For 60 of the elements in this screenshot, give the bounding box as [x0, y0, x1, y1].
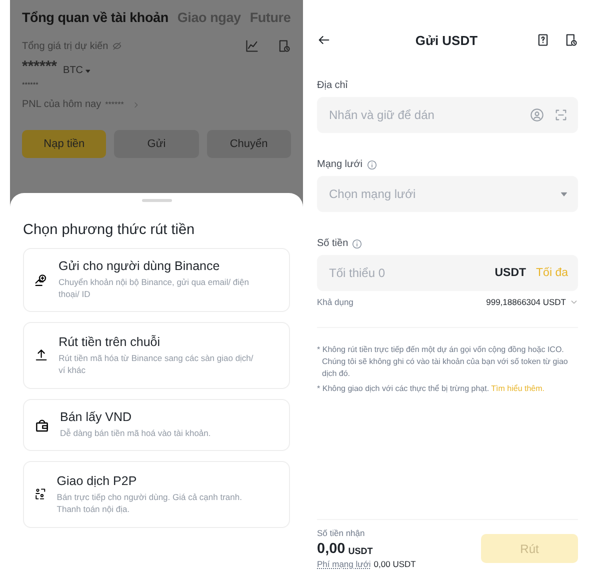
action-button[interactable]: Chuyển: [206, 130, 291, 158]
field-label: Mạng lưới: [317, 159, 362, 170]
currency-selector[interactable]: BTC: [63, 65, 84, 76]
users-icon: [34, 486, 47, 502]
person-send-icon: [34, 272, 49, 288]
caret-icon: [85, 68, 92, 74]
address-field[interactable]: Nhấn và giữ để dán: [317, 97, 578, 133]
method-card[interactable]: Gửi cho người dùng Binance Chuyển khoản nội bộ Binance, gửi qua email/ điện thoại/ ID: [23, 248, 290, 312]
field-label: Địa chỉ: [317, 80, 348, 91]
pnl-value: ******: [105, 100, 124, 109]
available-label: Khả dụng: [317, 297, 354, 307]
eye-off-icon[interactable]: [112, 41, 122, 51]
sheet-handle[interactable]: [142, 199, 172, 202]
fee-value: 0,00 USDT: [374, 559, 416, 569]
field-label: Số tiền: [317, 238, 348, 249]
screen-title: Gửi USDT: [414, 32, 479, 48]
pnl-label: PNL của hôm nay: [22, 99, 102, 110]
method-description: Bán trực tiếp cho người dùng. Giá cả cạnh tranh. Thanh toán nội địa.: [56, 490, 243, 516]
method-card[interactable]: Rút tiền trên chuỗi Rút tiền mã hóa từ Binance sang các sàn giao dịch/ ví khác: [23, 322, 290, 390]
method-description: Dễ dàng bán tiền mã hoá vào tài khoản.: [60, 427, 212, 440]
chevron-right-icon: [132, 100, 140, 108]
method-description: Chuyển khoản nội bộ Binance, gửi qua email/ điện thoại/ ID: [58, 276, 250, 301]
chevron-down-icon: [570, 298, 578, 306]
method-card[interactable]: Bán lấy VND Dễ dàng bán tiền mã hoá vào tài khoản.: [23, 399, 290, 451]
fee-label[interactable]: Phí mạng lưới: [317, 559, 371, 569]
chart-icon[interactable]: [245, 39, 259, 53]
history-icon[interactable]: [564, 33, 578, 47]
note-text: * Không giao dịch với các thực thể bị trừng phạt. Tìm hiểu thêm.: [317, 383, 546, 395]
method-title: Gửi cho người dùng Binance: [58, 259, 221, 273]
learn-more-link[interactable]: Tìm hiểu thêm.: [491, 384, 545, 393]
amount-unit: USDT: [494, 267, 526, 279]
info-icon: [366, 160, 376, 170]
action-button[interactable]: Gửi: [114, 130, 199, 158]
upload-icon: [34, 347, 49, 364]
tab[interactable]: Tổng quan về tài khoản: [22, 10, 168, 25]
info-icon: [352, 238, 362, 248]
action-button[interactable]: Nạp tiền: [22, 130, 106, 158]
contact-icon[interactable]: [530, 108, 544, 122]
back-arrow-icon[interactable]: [317, 33, 331, 47]
help-book-icon[interactable]: [536, 33, 550, 47]
note-text: * Không rút tiền trực tiếp đến một dự án gọi vốn cộng đồng hoặc ICO. Chúng tôi sẽ không ghi có vào tài khoản của bạn với số token từ giao dịch đó.: [317, 344, 569, 380]
amount-input[interactable]: Tối thiểu 0: [327, 265, 485, 281]
receive-amount: 0,00: [317, 541, 346, 557]
available-value: 999,18866304 USDT: [486, 297, 566, 307]
estimated-value-label: Tổng giá trị dự kiến: [22, 40, 108, 52]
method-title: Giao dịch P2P: [56, 474, 138, 488]
receive-label: Số tiền nhận: [317, 528, 366, 538]
network-select[interactable]: Chọn mạng lưới: [327, 186, 550, 202]
method-card[interactable]: Giao dịch P2P Bán trực tiếp cho người dùng. Giá cả cạnh tranh. Thanh toán nội địa.: [23, 460, 290, 528]
amount-field[interactable]: Tối thiểu 0 USDT Tối đa: [317, 255, 578, 291]
method-description: Rút tiền mã hóa từ Binance sang các sàn giao dịch/ ví khác: [58, 352, 254, 376]
method-title: Bán lấy VND: [60, 410, 133, 424]
scan-icon[interactable]: [554, 108, 568, 122]
network-field[interactable]: Chọn mạng lưới: [317, 176, 578, 212]
sheet-title: Chọn phương thức rút tiền: [23, 222, 196, 238]
caret-down-icon: [560, 190, 568, 198]
address-input[interactable]: Nhấn và giữ để dán: [327, 107, 520, 123]
receive-unit: USDT: [348, 546, 373, 556]
method-title: Rút tiền trên chuỗi: [58, 334, 162, 349]
balance-value: ******: [22, 58, 58, 75]
